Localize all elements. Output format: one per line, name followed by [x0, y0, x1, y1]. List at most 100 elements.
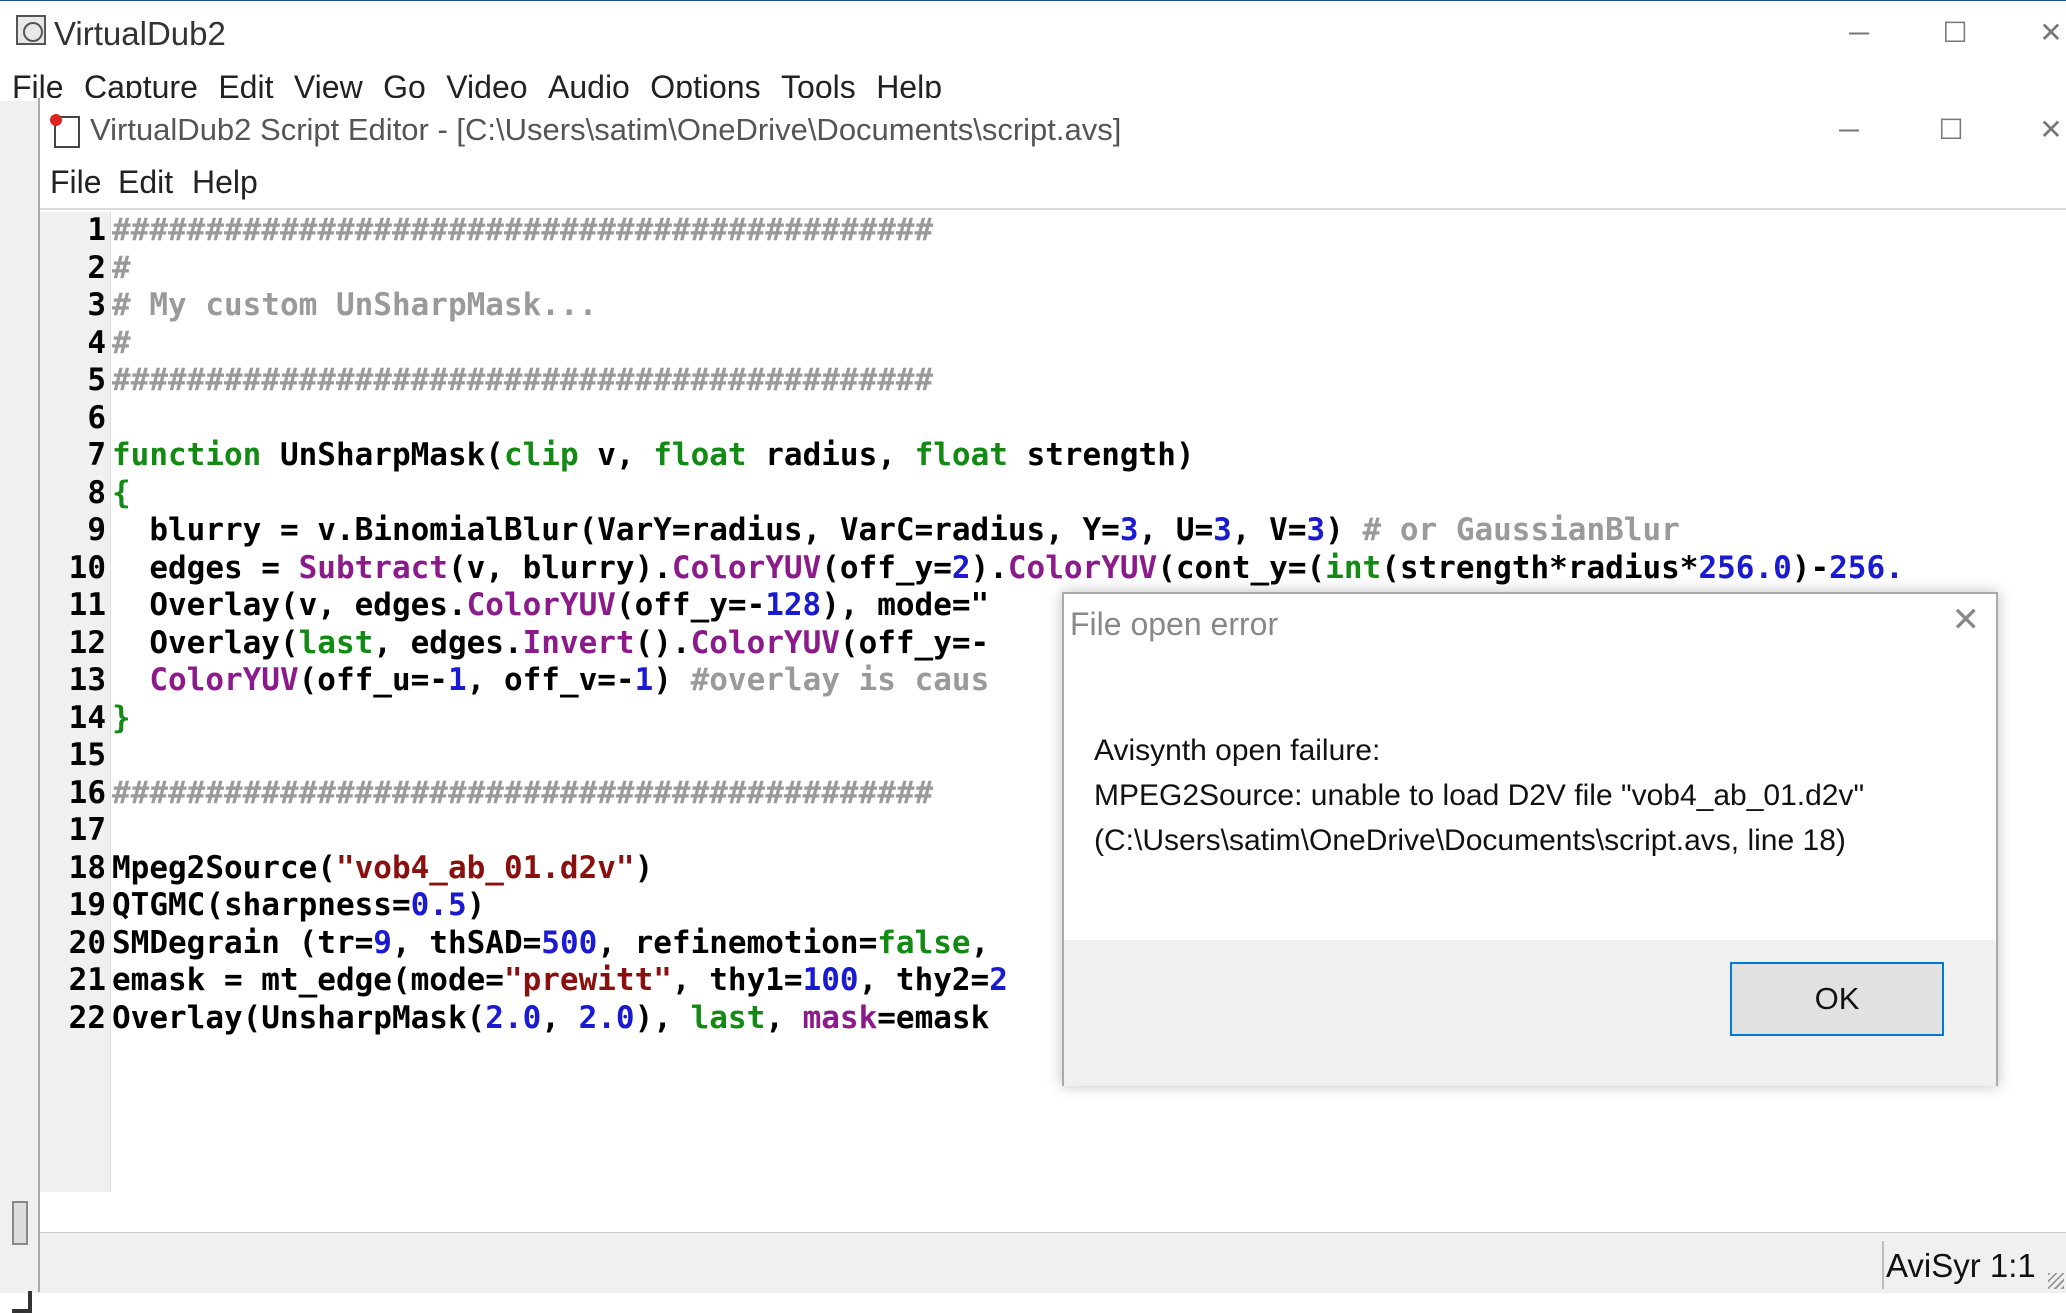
line-code: blurry = v.BinomialBlur(VarY=radius, Var…	[112, 512, 1679, 550]
line-number: 16	[68, 774, 106, 811]
code-token: )	[1325, 512, 1363, 548]
code-token: 9	[373, 924, 392, 961]
code-token: #	[112, 324, 131, 361]
code-token: ,	[541, 999, 579, 1036]
editor-status-bar: AviSyr 1:1	[40, 1232, 2066, 1293]
code-token: Overlay(	[112, 624, 299, 661]
dialog-message-line: Avisynth open failure:	[1094, 734, 1381, 767]
code-token: SMDegrain (tr=	[112, 924, 374, 961]
script-editor-title: VirtualDub2 Script Editor - [C:\Users\sa…	[90, 112, 1122, 147]
editor-menu-help[interactable]: Help	[192, 164, 258, 201]
code-token: (off_y=	[821, 549, 952, 586]
code-token: )	[466, 887, 486, 923]
code-token: 256.	[1829, 549, 1904, 586]
line-number: 10	[68, 549, 106, 586]
line-number: 1	[87, 212, 106, 248]
editor-minimize-button[interactable]: ─	[1814, 104, 1884, 156]
code-line[interactable]: 3 # My custom UnSharpMask...	[40, 287, 2066, 325]
line-number: 9	[87, 512, 106, 548]
status-separator	[1882, 1241, 1884, 1289]
main-titlebar: VirtualDub2 ─ ☐ ✕	[0, 1, 2066, 65]
line-number: 13	[68, 662, 106, 698]
code-token: ########################################…	[112, 362, 934, 398]
virtualdub-app-icon	[16, 15, 46, 45]
code-token: ColorYUV	[1007, 549, 1158, 586]
code-token: emask = mt_edge(mode=	[112, 962, 504, 998]
code-token: Overlay(v, edges.	[112, 587, 467, 623]
code-line[interactable]: 4 #	[40, 325, 2066, 363]
line-number: 17	[68, 812, 106, 848]
code-token: 2	[989, 962, 1008, 998]
file-open-error-dialog: File open error ✕ Avisynth open failure:…	[1062, 592, 1998, 1086]
line-code: #	[112, 325, 131, 363]
line-number: 11	[68, 587, 106, 623]
code-token: 0.5	[410, 887, 467, 923]
code-token: , thy1=	[671, 962, 803, 998]
line-number: 6	[87, 399, 106, 436]
line-code: # My custom UnSharpMask...	[112, 287, 597, 325]
code-token: int	[1325, 549, 1382, 586]
line-code: }	[112, 700, 131, 738]
code-token: UnSharpMask(	[261, 437, 504, 473]
editor-maximize-button[interactable]: ☐	[1916, 104, 1986, 156]
code-token: clip	[503, 437, 579, 473]
code-token: float	[653, 437, 747, 473]
code-line[interactable]: 6	[40, 400, 2066, 438]
line-code: edges = Subtract(v, blurry).ColorYUV(off…	[112, 549, 1904, 588]
code-token: , thy2=	[858, 962, 990, 998]
main-close-button[interactable]: ✕	[2016, 7, 2066, 59]
code-token: 2	[951, 549, 971, 586]
code-token: )	[634, 849, 654, 886]
code-token: , off_v=-	[466, 662, 635, 698]
code-token: (cont_y=(	[1157, 549, 1326, 586]
code-line[interactable]: 1 #######################################…	[40, 212, 2066, 250]
code-line[interactable]: 2 #	[40, 250, 2066, 288]
line-number: 21	[68, 962, 106, 998]
code-line[interactable]: 9 blurry = v.BinomialBlur(VarY=radius, V…	[40, 512, 2066, 550]
code-line[interactable]: 10 edges = Subtract(v, blurry).ColorYUV(…	[40, 550, 2066, 588]
code-token: #overlay is caus	[690, 662, 990, 698]
ok-button[interactable]: OK	[1730, 962, 1944, 1036]
code-token: ########################################…	[112, 774, 934, 811]
code-token: ColorYUV	[671, 549, 822, 586]
line-number: 12	[68, 624, 106, 661]
resize-grip-icon[interactable]	[2048, 1273, 2064, 1289]
main-minimize-button[interactable]: ─	[1824, 7, 1894, 59]
editor-menu-file[interactable]: File	[50, 164, 102, 201]
line-code: Overlay(UnsharpMask(2.0, 2.0), last, mas…	[112, 1000, 989, 1038]
code-token: 256.0	[1698, 549, 1792, 586]
status-mode-text: AviSyr 1:1	[1886, 1247, 2036, 1284]
dialog-close-icon[interactable]: ✕	[1952, 600, 1981, 640]
main-maximize-button[interactable]: ☐	[1920, 7, 1990, 59]
code-token: mask	[802, 999, 878, 1036]
line-number: 3	[87, 287, 106, 323]
script-editor-menubar: File Edit Help	[40, 164, 2066, 210]
code-line[interactable]: 8{	[40, 475, 2066, 513]
position-slider-handle[interactable]	[12, 1201, 28, 1245]
code-token: # My custom UnSharpMask...	[112, 287, 598, 323]
script-editor-icon	[50, 114, 80, 148]
code-token: ).	[970, 549, 1008, 586]
code-token: false	[877, 924, 971, 961]
line-code: ########################################…	[112, 775, 933, 813]
line-number: 4	[87, 324, 106, 361]
code-token: blurry = v.BinomialBlur(VarY=radius, Var…	[112, 512, 1120, 548]
line-number: 2	[87, 249, 106, 286]
code-token: last	[298, 624, 374, 661]
code-token: ########################################…	[112, 212, 934, 248]
toolbar-grip[interactable]	[12, 1291, 32, 1313]
editor-menu-edit[interactable]: Edit	[118, 164, 173, 201]
code-token: last	[690, 999, 766, 1036]
line-number: 14	[68, 699, 106, 736]
main-window-workspace	[0, 101, 39, 1313]
line-code: Overlay(last, edges.Invert().ColorYUV(of…	[112, 625, 989, 663]
code-token: 100	[802, 962, 859, 998]
code-token: , U=	[1138, 512, 1214, 548]
code-token: ColorYUV	[466, 587, 616, 623]
line-code: ColorYUV(off_u=-1, off_v=-1) #overlay is…	[112, 662, 989, 700]
code-token: float	[914, 437, 1008, 473]
code-token: , thSAD=	[391, 924, 542, 961]
code-line[interactable]: 7 function UnSharpMask(clip v, float radi…	[40, 437, 2066, 475]
code-line[interactable]: 5 #######################################…	[40, 362, 2066, 400]
editor-close-button[interactable]: ✕	[2016, 104, 2066, 156]
